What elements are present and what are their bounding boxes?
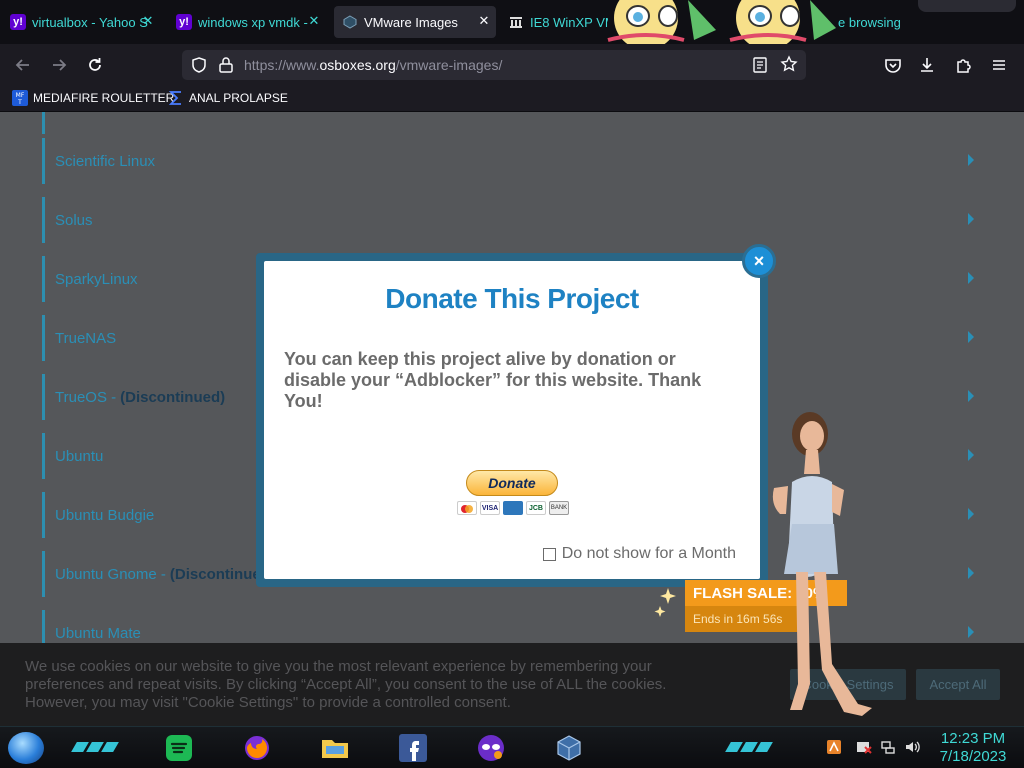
chevron-right-icon: [968, 508, 974, 520]
download-icon: [921, 58, 933, 72]
donate-modal: Donate This Project You can keep this pr…: [264, 261, 760, 579]
puzzle-icon: [957, 59, 971, 73]
archive-icon: [508, 14, 524, 30]
list-item[interactable]: [42, 112, 982, 134]
hamburger-menu-icon: [993, 60, 1005, 70]
reader-view-icon[interactable]: [752, 56, 768, 74]
tab-ie8-winxp[interactable]: IE8 WinXP VM: [508, 6, 608, 38]
tab-strip: y! virtualbox - Yahoo S ✕ y! windows xp …: [0, 0, 1024, 44]
mask-app-icon[interactable]: [474, 731, 508, 765]
bookmark-mediafire[interactable]: MF T MEDIAFIRE ROULETTER: [12, 90, 174, 106]
back-button[interactable]: [10, 52, 36, 78]
accept-all-button[interactable]: Accept All: [916, 669, 1000, 700]
chevron-right-icon: [968, 331, 974, 343]
tab-vmware-images[interactable]: VMware Images ✕: [334, 6, 496, 38]
donate-button[interactable]: Donate: [466, 470, 558, 496]
bookmark-star-icon[interactable]: [780, 55, 798, 73]
jcb-icon: JCB: [526, 501, 546, 515]
tray-app-icon[interactable]: [826, 739, 842, 755]
close-tab-icon[interactable]: ✕: [306, 13, 322, 29]
downloads-button[interactable]: [914, 52, 940, 78]
taskbar: 12:23 PM 7/18/2023: [0, 726, 1024, 768]
bookmark-sigma[interactable]: ANAL PROLAPSE: [168, 90, 288, 106]
bank-icon: BANK: [549, 501, 569, 515]
desktop-mascot-figure: [772, 412, 872, 716]
mediafire-icon: MFT: [12, 90, 28, 106]
yahoo-icon: y!: [176, 14, 192, 30]
url-bar[interactable]: https://www.osboxes.org/vmware-images/: [182, 50, 806, 80]
anime-mascot-decoration: [598, 0, 838, 44]
bookmarks-toolbar: MF T MEDIAFIRE ROULETTER ANAL PROLAPSE: [0, 86, 1024, 112]
taskbar-clock[interactable]: 12:23 PM 7/18/2023: [930, 730, 1016, 766]
svg-text:MF: MF: [16, 92, 25, 99]
reload-icon: [89, 58, 101, 71]
reload-button[interactable]: [82, 52, 108, 78]
taskbar-decoration: [71, 742, 119, 752]
sparkle-icon: [654, 588, 676, 617]
tray-notification-icon[interactable]: [856, 739, 872, 755]
firefox-icon[interactable]: [240, 731, 274, 765]
dont-show-label: Do not show for a Month: [561, 545, 736, 562]
modal-title: Donate This Project: [385, 283, 639, 314]
chevron-right-icon: [968, 626, 974, 638]
cookie-text: We use cookies on our website to give yo…: [25, 658, 667, 711]
window-controls[interactable]: [918, 0, 1016, 12]
facebook-icon[interactable]: [396, 731, 430, 765]
dont-show-checkbox-row[interactable]: Do not show for a Month: [542, 545, 736, 563]
spotify-icon[interactable]: [162, 731, 196, 765]
navigation-toolbar: https://www.osboxes.org/vmware-images/: [0, 44, 1024, 86]
forward-arrow-icon: [53, 59, 67, 71]
shield-icon[interactable]: [190, 56, 208, 74]
pocket-button[interactable]: [880, 52, 906, 78]
chevron-right-icon: [968, 213, 974, 225]
visa-icon: VISA: [480, 501, 500, 515]
yahoo-icon: y!: [10, 14, 26, 30]
back-arrow-icon: [15, 59, 29, 71]
sigma-icon: [168, 91, 181, 105]
tab-private-browsing[interactable]: e browsing: [838, 6, 918, 38]
chevron-right-icon: [968, 154, 974, 166]
menu-button[interactable]: [986, 52, 1012, 78]
extensions-button[interactable]: [950, 52, 976, 78]
close-tab-icon[interactable]: ✕: [140, 13, 156, 29]
virtualbox-icon[interactable]: [552, 731, 586, 765]
distro-item[interactable]: Solus: [42, 197, 982, 243]
network-icon[interactable]: [880, 739, 896, 755]
amex-icon: [503, 501, 523, 515]
tab-yahoo-virtualbox[interactable]: y! virtualbox - Yahoo S ✕: [10, 6, 160, 38]
mastercard-icon: [457, 501, 477, 515]
forward-button[interactable]: [46, 52, 72, 78]
close-tab-icon[interactable]: ✕: [476, 13, 492, 29]
modal-close-button[interactable]: ×: [742, 244, 776, 278]
tab-yahoo-windowsxp[interactable]: y! windows xp vmdk - ✕: [176, 6, 326, 38]
osboxes-icon: [342, 14, 358, 30]
chevron-right-icon: [968, 390, 974, 402]
chevron-right-icon: [968, 272, 974, 284]
payment-cards: VISA JCB BANK: [457, 501, 569, 515]
dont-show-checkbox[interactable]: [542, 547, 556, 561]
chevron-right-icon: [968, 567, 974, 579]
chevron-right-icon: [968, 449, 974, 461]
modal-message: You can keep this project alive by donat…: [284, 349, 702, 411]
file-explorer-icon[interactable]: [318, 731, 352, 765]
svg-text:T: T: [17, 99, 22, 106]
distro-item[interactable]: Scientific Linux: [42, 138, 982, 184]
url-text[interactable]: https://www.osboxes.org/vmware-images/: [244, 57, 502, 73]
start-button[interactable]: [8, 732, 44, 764]
taskbar-decoration: [725, 742, 773, 752]
lock-icon[interactable]: [218, 56, 234, 74]
pocket-icon: [885, 59, 901, 73]
volume-icon[interactable]: [904, 739, 920, 755]
